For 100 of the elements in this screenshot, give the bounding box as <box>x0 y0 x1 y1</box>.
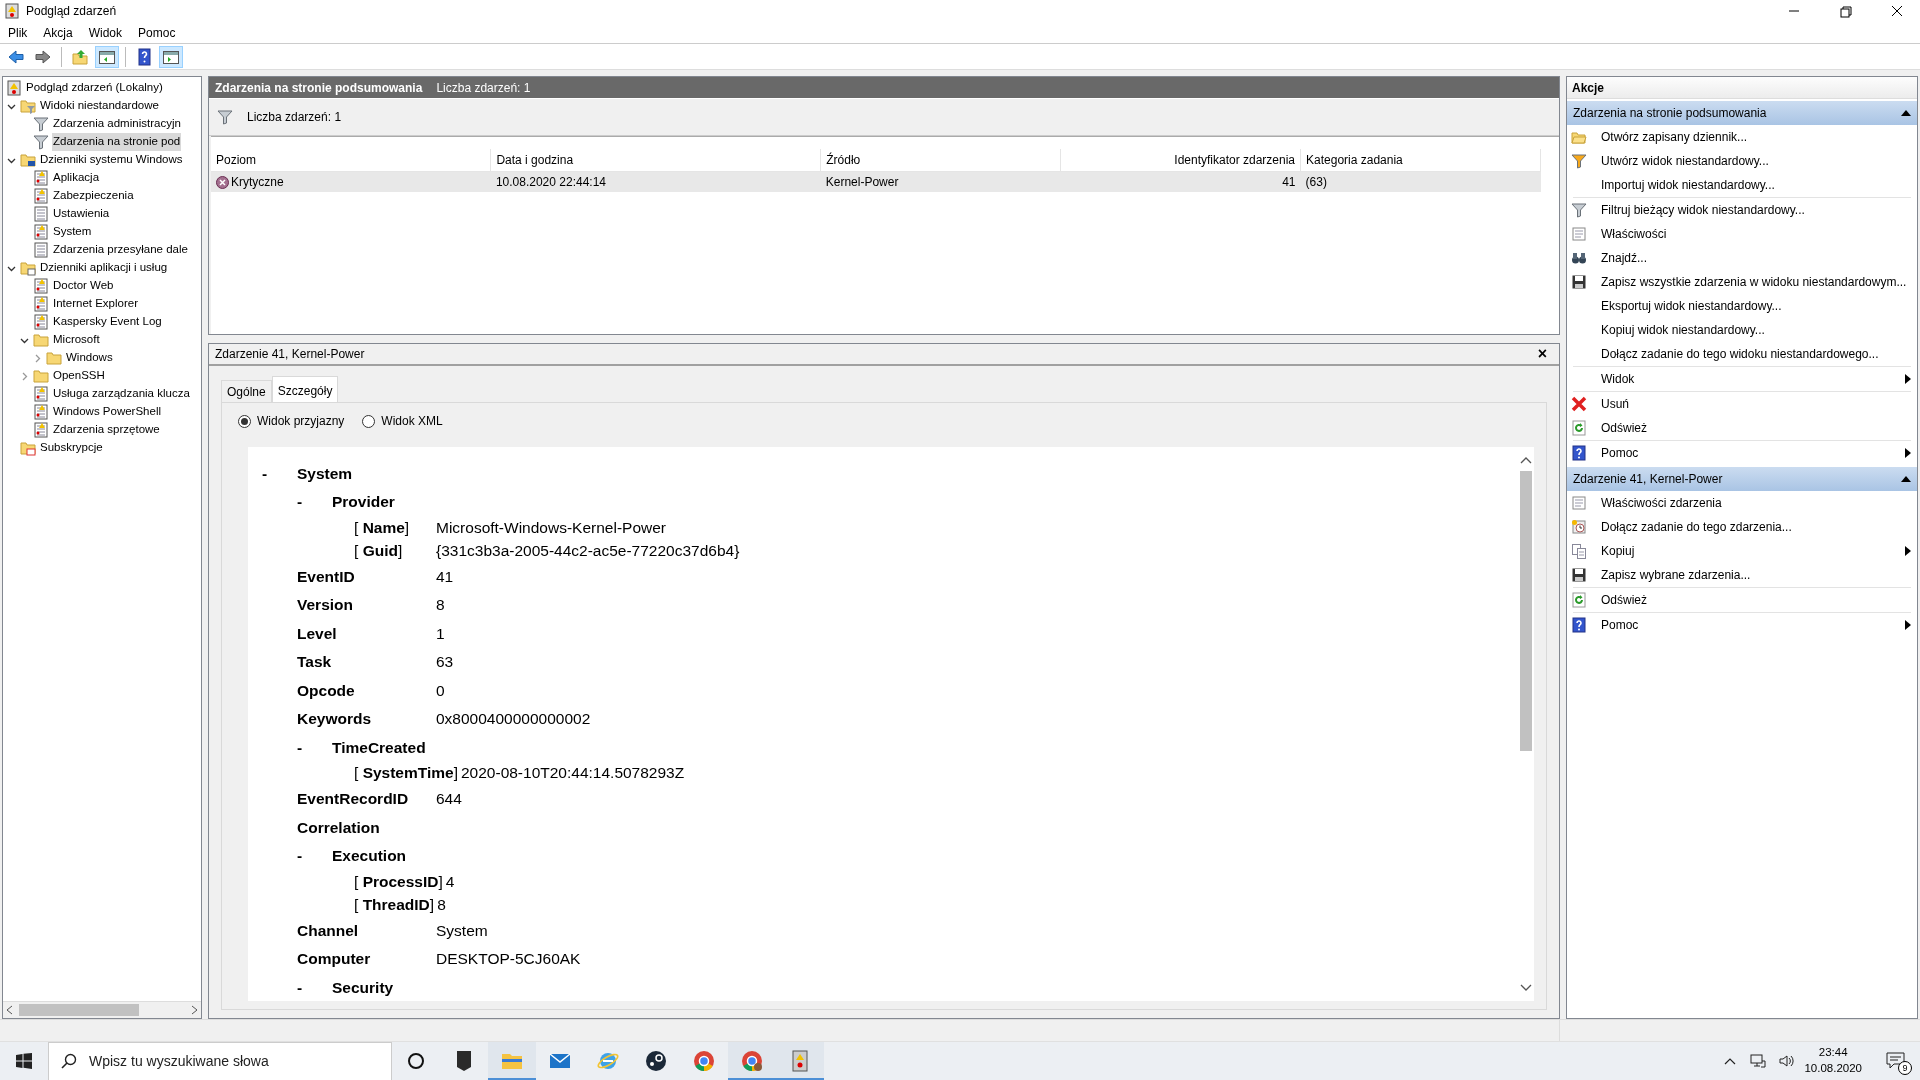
action-item[interactable]: Filtruj bieżący widok niestandardowy... <box>1567 198 1917 222</box>
tree-item[interactable]: Zdarzenia przesyłane dale <box>52 241 189 259</box>
folder-icon <box>46 350 62 366</box>
action-item[interactable]: Kopiuj <box>1567 539 1917 563</box>
tab[interactable]: Szczegóły <box>271 376 339 402</box>
menu-item[interactable]: Plik <box>0 21 36 44</box>
collapse-toggle[interactable]: - <box>297 975 332 999</box>
filter-summary: Liczba zdarzeń: 1 <box>247 109 342 126</box>
message-icon <box>1886 1052 1906 1070</box>
tree-item[interactable]: Windows PowerShell <box>52 403 162 421</box>
column-header[interactable]: Poziom <box>211 149 491 172</box>
action-item[interactable]: Eksportuj widok niestandardowy... <box>1567 294 1917 318</box>
tree-item[interactable]: Subskrypcje <box>39 439 104 457</box>
action-item[interactable]: Importuj widok niestandardowy... <box>1567 173 1917 197</box>
speaker-icon[interactable] <box>1778 1053 1795 1069</box>
collapse-toggle[interactable]: - <box>297 735 332 759</box>
tree-item[interactable]: OpenSSH <box>52 367 106 385</box>
tree-item[interactable]: Doctor Web <box>52 277 115 295</box>
field-value: 0 <box>436 680 445 701</box>
column-header[interactable]: Źródło <box>820 149 1061 172</box>
action-item[interactable]: Widok <box>1567 367 1917 391</box>
scroll-up-icon[interactable] <box>1519 455 1532 465</box>
browser-icon <box>740 1049 764 1073</box>
action-item[interactable]: Znajdź... <box>1567 246 1917 270</box>
action-item[interactable]: Kopiuj widok niestandardowy... <box>1567 318 1917 342</box>
tree-item[interactable]: Kaspersky Event Log <box>52 313 163 331</box>
search-box[interactable]: Wpisz tu wyszukiwane słowa <box>48 1041 392 1080</box>
help-icon <box>1571 617 1587 633</box>
action-item[interactable]: Właściwości zdarzenia <box>1567 491 1917 515</box>
action-item[interactable]: Odśwież <box>1567 588 1917 612</box>
column-header[interactable]: Identyfikator zdarzenia <box>1060 149 1301 172</box>
log-icon <box>33 314 49 330</box>
tree-item[interactable]: Windows <box>65 349 114 367</box>
clock-time: 23:44 <box>1818 1045 1848 1061</box>
toolbar-button[interactable] <box>159 45 183 68</box>
restore-icon <box>1837 4 1853 18</box>
tree-item[interactable]: Internet Explorer <box>52 295 139 313</box>
tree-item[interactable]: Podgląd zdarzeń (Lokalny) <box>25 79 164 97</box>
tree-item[interactable]: Zabezpieczenia <box>52 187 135 205</box>
actions-title: Akcje <box>1567 77 1917 99</box>
section-header[interactable]: Zdarzenia na stronie podsumowania <box>1567 101 1917 125</box>
tree-item[interactable]: Ustawienia <box>52 205 111 223</box>
tree-item[interactable]: System <box>52 223 93 241</box>
tree-item[interactable]: Dzienniki systemu Windows <box>39 151 184 169</box>
menu-item[interactable]: Widok <box>80 21 131 44</box>
action-item[interactable]: Pomoc <box>1567 441 1917 465</box>
event-log-icon <box>6 80 22 96</box>
folder-icon <box>33 332 49 348</box>
tree-item[interactable]: Usługa zarządzania klucza <box>52 385 191 403</box>
tree-item[interactable]: Aplikacja <box>52 169 101 187</box>
menu-item[interactable]: Pomoc <box>130 21 184 44</box>
tab[interactable]: Ogólne <box>221 380 272 402</box>
node-name: Execution <box>332 846 407 867</box>
scroll-down-icon[interactable] <box>1519 983 1532 993</box>
action-item[interactable]: Właściwości <box>1567 222 1917 246</box>
field-name: EventRecordID <box>297 789 410 810</box>
field-name: Level <box>297 623 338 644</box>
action-item[interactable]: Dołącz zadanie do tego widoku niestandardowego... <box>1567 342 1917 366</box>
action-item[interactable]: Dołącz zadanie do tego zdarzenia... <box>1567 515 1917 539</box>
copy-icon <box>1571 543 1587 559</box>
chevron-up-icon[interactable] <box>1724 1057 1737 1065</box>
notifications-button[interactable]: 9 <box>1872 1041 1920 1080</box>
properties-icon <box>1571 226 1587 242</box>
tree-item[interactable]: Microsoft <box>52 331 101 349</box>
filter-icon <box>1571 202 1587 218</box>
network-icon[interactable] <box>1750 1053 1767 1069</box>
column-header[interactable]: Kategoria zadania <box>1300 149 1541 172</box>
scrollbar-thumb[interactable] <box>1519 471 1532 751</box>
close-button[interactable]: × <box>1531 346 1553 362</box>
tree-item[interactable]: Zdarzenia sprzętowe <box>52 421 161 439</box>
radio-button[interactable]: Widok XML <box>362 412 443 430</box>
action-item[interactable]: Utwórz widok niestandardowy... <box>1567 149 1917 173</box>
log-icon <box>33 170 49 186</box>
collapse-toggle[interactable]: - <box>297 844 332 868</box>
field-value: 63 <box>436 652 454 673</box>
column-header[interactable]: Data i godzina <box>490 149 821 172</box>
clock[interactable]: 23:44 10.08.2020 <box>1796 1045 1870 1077</box>
field-name: Opcode <box>297 680 356 701</box>
action-item[interactable]: Zapisz wybrane zdarzenia... <box>1567 563 1917 587</box>
action-item[interactable]: Usuń <box>1567 392 1917 416</box>
collapse-toggle[interactable]: - <box>262 461 297 485</box>
tree-item[interactable]: Dzienniki aplikacji i usług <box>39 259 169 277</box>
scrollbar-thumb[interactable] <box>19 1004 139 1016</box>
toolbar-button[interactable] <box>95 45 119 68</box>
radio-button[interactable]: Widok przyjazny <box>238 412 345 430</box>
event-log-icon <box>4 3 20 19</box>
action-item[interactable]: Odśwież <box>1567 416 1917 440</box>
tree-item[interactable]: Widoki niestandardowe <box>39 97 160 115</box>
collapse-toggle[interactable]: - <box>297 490 332 514</box>
search-field[interactable]: Wpisz tu wyszukiwane słowa <box>87 1049 391 1073</box>
section-header[interactable]: Zdarzenie 41, Kernel-Power <box>1567 467 1917 491</box>
close-icon <box>1889 4 1905 18</box>
action-item[interactable]: Zapisz wszystkie zdarzenia w widoku niestandardowym... <box>1567 270 1917 294</box>
help-icon <box>135 47 153 66</box>
action-item[interactable]: Otwórz zapisany dziennik... <box>1567 125 1917 149</box>
log-icon <box>33 422 49 438</box>
menu-item[interactable]: Akcja <box>35 21 81 44</box>
action-item[interactable]: Pomoc <box>1567 613 1917 637</box>
tree-item[interactable]: Zdarzenia administracyjn <box>52 115 182 133</box>
tree-item[interactable]: Zdarzenia na stronie pod <box>52 133 182 151</box>
